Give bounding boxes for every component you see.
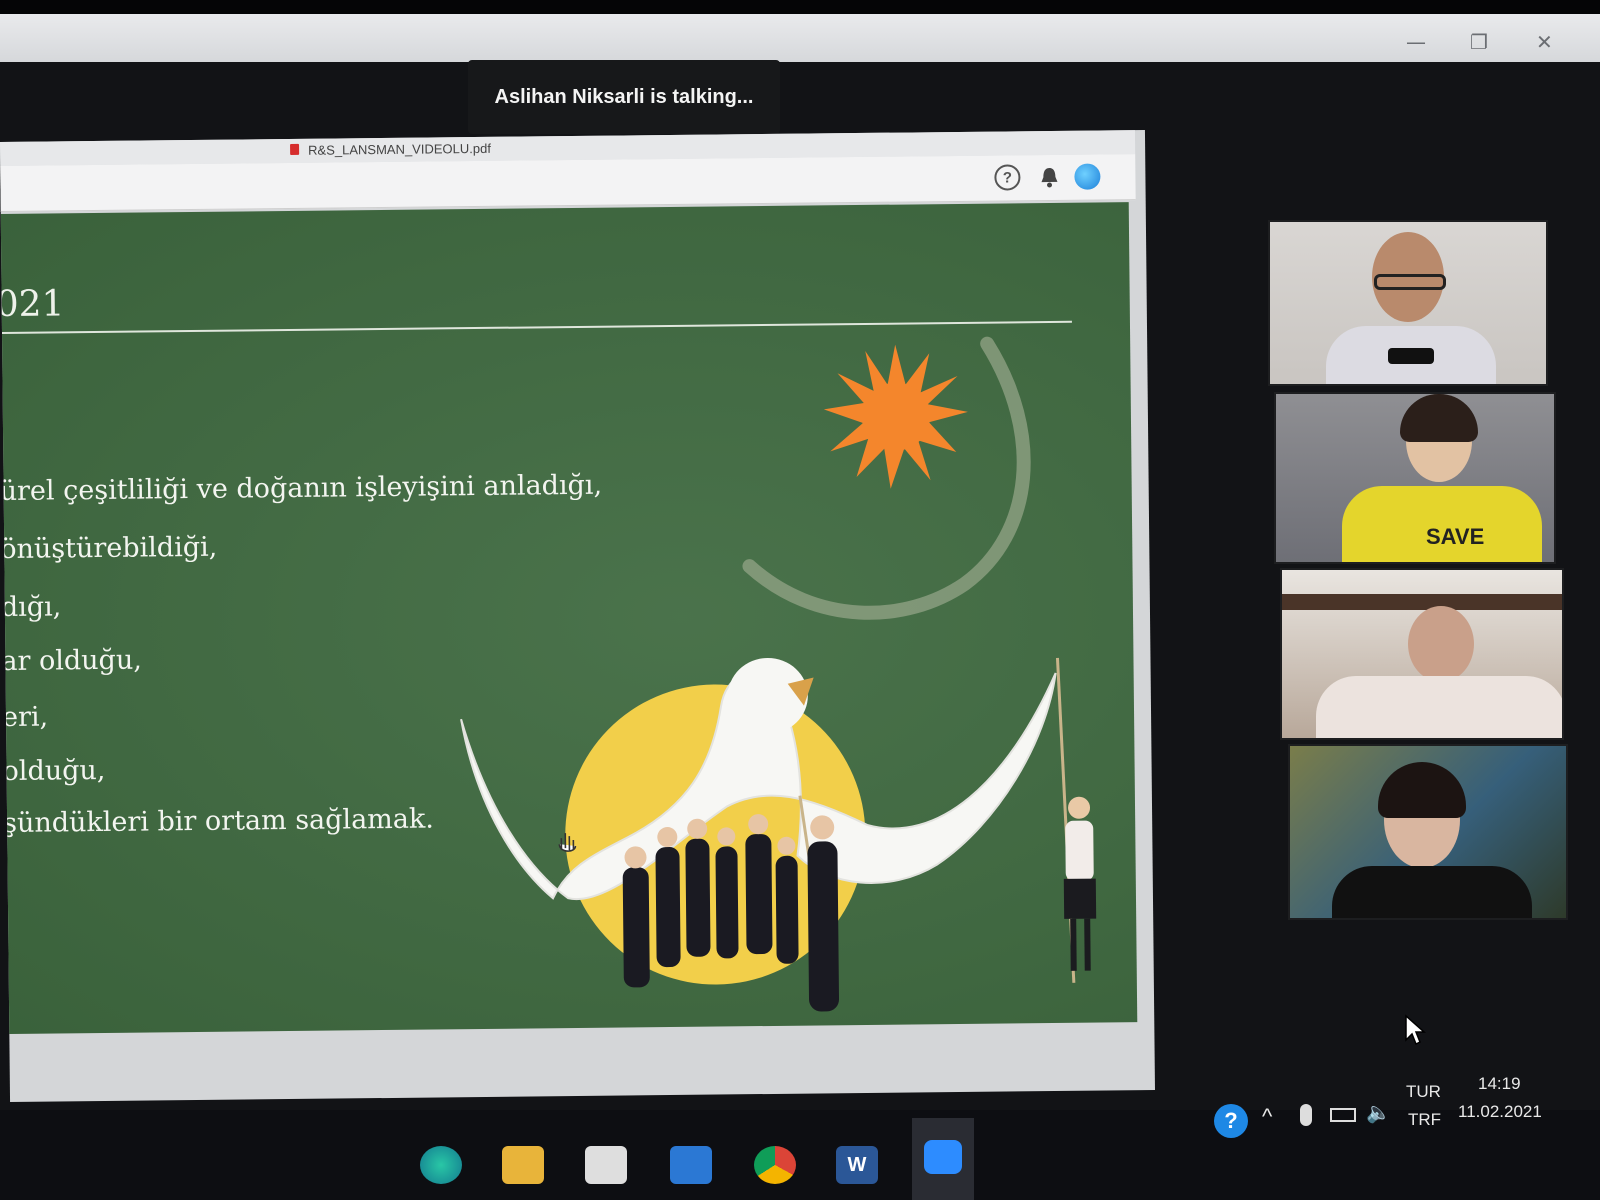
edge-icon[interactable]	[420, 1146, 462, 1184]
account-avatar-icon[interactable]	[1074, 163, 1101, 190]
girl-with-pole	[1063, 796, 1097, 971]
windows-taskbar	[0, 1110, 1600, 1200]
chrome-icon[interactable]	[754, 1146, 796, 1184]
mail-icon[interactable]	[670, 1146, 712, 1184]
word-icon[interactable]: W	[836, 1146, 878, 1184]
store-icon[interactable]	[585, 1146, 627, 1184]
active-speaker-banner: Aslihan Niksarli is talking...	[468, 60, 780, 134]
pdf-file-icon	[290, 143, 300, 155]
help-tray-icon[interactable]: ?	[1214, 1104, 1248, 1138]
participant-hair	[1378, 762, 1466, 818]
microphone-icon[interactable]	[1300, 1104, 1312, 1126]
participant-body	[1332, 866, 1532, 918]
photo-of-screen: — ❐ ✕ Aslihan Niksarli is talking... R&S…	[0, 0, 1600, 1200]
participant-video-tile[interactable]	[1280, 568, 1564, 740]
bow-tie	[1388, 348, 1434, 364]
battery-icon[interactable]	[1330, 1108, 1356, 1122]
clock-time[interactable]: 14:19	[1478, 1074, 1521, 1094]
shared-screen: R&S_LANSMAN_VIDEOLU.pdf ? 021 ürel çeşit…	[0, 130, 1155, 1102]
active-speaker-text: Aslihan Niksarli is talking...	[494, 85, 754, 108]
keyboard-layout[interactable]: TRF	[1408, 1110, 1441, 1130]
zoom-taskbar-slot[interactable]	[912, 1118, 974, 1200]
orange-sun	[823, 344, 968, 489]
file-explorer-icon[interactable]	[502, 1146, 544, 1184]
participant-body	[1316, 676, 1562, 738]
bell-icon[interactable]	[1036, 164, 1062, 190]
zoom-icon	[924, 1140, 962, 1174]
glasses-icon	[1374, 274, 1446, 290]
clock-date[interactable]: 11.02.2021	[1458, 1102, 1542, 1122]
volume-icon[interactable]: 🔈	[1366, 1100, 1391, 1125]
participant-video-tile[interactable]	[1288, 744, 1568, 920]
slide-illustration	[460, 336, 1097, 1012]
document-filename[interactable]: R&S_LANSMAN_VIDEOLU.pdf	[308, 141, 491, 158]
presentation-slide: 021 ürel çeşitliliği ve doğanın işleyişi…	[0, 202, 1138, 1034]
shirt-text: SAVE	[1426, 524, 1485, 549]
ceiling-beam	[1282, 594, 1562, 610]
zoom-window-titlebar	[0, 14, 1600, 62]
show-hidden-icons-chevron-icon[interactable]: ^	[1262, 1104, 1272, 1130]
participant-video-tile[interactable]	[1268, 220, 1548, 386]
participant-face	[1408, 606, 1474, 682]
help-icon[interactable]: ?	[994, 164, 1021, 191]
participant-hair	[1400, 394, 1478, 442]
minimize-button[interactable]: —	[1406, 30, 1426, 54]
monitor-bezel-top	[0, 0, 1600, 14]
participant-video-tile[interactable]: SAVE	[1274, 392, 1556, 564]
restore-button[interactable]: ❐	[1470, 30, 1488, 54]
close-button[interactable]: ✕	[1536, 30, 1553, 54]
input-language[interactable]: TUR	[1406, 1082, 1441, 1102]
mouse-pointer-icon	[1405, 1014, 1426, 1046]
